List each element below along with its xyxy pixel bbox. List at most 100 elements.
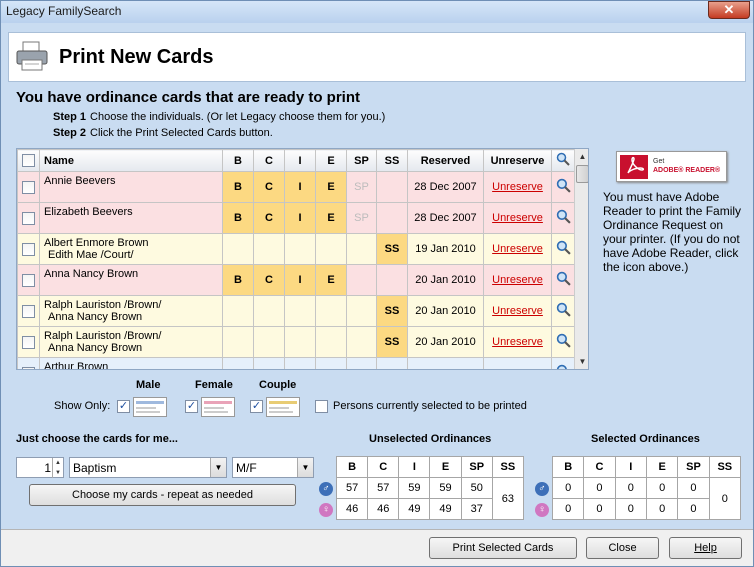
table-row[interactable]: Arthur Brown <box>17 357 575 369</box>
row-checkbox[interactable] <box>22 180 35 194</box>
confirmation-cell[interactable] <box>253 326 285 358</box>
initiatory-cell[interactable] <box>284 295 316 327</box>
sealing-parents-cell[interactable] <box>346 264 377 296</box>
close-button[interactable]: Close <box>586 537 659 559</box>
confirmation-cell[interactable]: C <box>253 171 285 203</box>
endowment-cell[interactable]: E <box>315 264 347 296</box>
table-row[interactable]: Ralph Lauriston /Brown/Anna Nancy Brown S… <box>17 326 575 358</box>
baptism-cell[interactable] <box>222 326 254 358</box>
col-name[interactable]: Name <box>39 149 223 172</box>
filter-male-checkbox[interactable]: ✓ <box>117 400 130 413</box>
unreserve-link[interactable]: Unreserve <box>492 212 543 224</box>
chevron-down-icon[interactable]: ▼ <box>210 458 226 477</box>
unreserve-link[interactable]: Unreserve <box>492 305 543 317</box>
row-select-cell[interactable] <box>17 264 40 296</box>
name-cell[interactable]: Annie Beevers <box>39 171 223 203</box>
initiatory-cell[interactable]: I <box>284 171 316 203</box>
row-select-cell[interactable] <box>17 295 40 327</box>
row-select-cell[interactable] <box>17 202 40 234</box>
baptism-cell[interactable]: B <box>222 264 254 296</box>
table-row[interactable]: Albert Enmore Brown Edith Mae /Court/SS 19… <box>17 233 575 265</box>
confirmation-cell[interactable]: C <box>253 264 285 296</box>
sealing-parents-cell[interactable]: SP <box>346 202 377 234</box>
initiatory-cell[interactable]: I <box>284 202 316 234</box>
row-checkbox[interactable] <box>22 211 35 225</box>
row-checkbox[interactable] <box>22 273 35 287</box>
select-all-header[interactable] <box>17 149 40 172</box>
endowment-cell[interactable] <box>315 233 347 265</box>
details-cell[interactable] <box>551 295 575 327</box>
filter-female-checkbox[interactable]: ✓ <box>185 400 198 413</box>
spin-up-icon[interactable]: ▲ <box>52 458 63 468</box>
name-cell[interactable]: Elizabeth Beevers <box>39 202 223 234</box>
name-cell[interactable]: Anna Nancy Brown <box>39 264 223 296</box>
row-checkbox[interactable] <box>22 335 35 349</box>
col-reserved[interactable]: Reserved <box>407 149 484 172</box>
initiatory-cell[interactable]: I <box>284 264 316 296</box>
unreserve-link[interactable]: Unreserve <box>492 274 543 286</box>
name-cell[interactable]: Arthur Brown <box>39 357 223 369</box>
endowment-cell[interactable] <box>315 326 347 358</box>
table-row[interactable]: Ralph Lauriston /Brown/Anna Nancy Brown S… <box>17 295 575 327</box>
table-row[interactable]: Annie Beevers B C I E SP 28 Dec 2007 Unreserve <box>17 171 575 203</box>
select-all-checkbox[interactable] <box>22 154 35 167</box>
filter-couple-checkbox[interactable]: ✓ <box>250 400 263 413</box>
endowment-cell[interactable]: E <box>315 202 347 234</box>
sealing-spouse-cell[interactable] <box>376 264 408 296</box>
scroll-up-icon[interactable]: ▲ <box>575 149 588 164</box>
confirmation-cell[interactable] <box>253 233 285 265</box>
col-e[interactable]: E <box>315 149 347 172</box>
endowment-cell[interactable] <box>315 357 347 369</box>
baptism-cell[interactable]: B <box>222 171 254 203</box>
baptism-cell[interactable]: B <box>222 202 254 234</box>
sealing-parents-cell[interactable]: SP <box>346 171 377 203</box>
table-row[interactable]: Elizabeth Beevers B C I E SP 28 Dec 2007 Unrese… <box>17 202 575 234</box>
unreserve-cell[interactable]: Unreserve <box>483 264 552 296</box>
sealing-spouse-cell[interactable]: SS <box>376 295 408 327</box>
sealing-spouse-cell[interactable] <box>376 202 408 234</box>
row-checkbox[interactable] <box>22 366 35 369</box>
print-selected-cards-button[interactable]: Print Selected Cards <box>429 537 577 559</box>
sealing-parents-cell[interactable] <box>346 326 377 358</box>
endowment-cell[interactable]: E <box>315 171 347 203</box>
col-ss[interactable]: SS <box>376 149 408 172</box>
magnifier-icon[interactable] <box>556 209 571 227</box>
unreserve-link[interactable]: Unreserve <box>492 243 543 255</box>
row-checkbox[interactable] <box>22 304 35 318</box>
magnifier-icon[interactable] <box>556 240 571 258</box>
sealing-spouse-cell[interactable]: SS <box>376 326 408 358</box>
details-cell[interactable] <box>551 171 575 203</box>
unreserve-cell[interactable]: Unreserve <box>483 233 552 265</box>
get-adobe-reader-button[interactable]: Get ADOBE® READER® <box>616 151 727 182</box>
choose-my-cards-button[interactable]: Choose my cards - repeat as needed <box>29 484 296 506</box>
row-select-cell[interactable] <box>17 233 40 265</box>
name-cell[interactable]: Albert Enmore Brown Edith Mae /Court/ <box>39 233 223 265</box>
confirmation-cell[interactable]: C <box>253 202 285 234</box>
baptism-cell[interactable] <box>222 295 254 327</box>
window-close-button[interactable]: ✕ <box>708 1 750 19</box>
sealing-parents-cell[interactable] <box>346 295 377 327</box>
sealing-spouse-cell[interactable]: SS <box>376 233 408 265</box>
initiatory-cell[interactable] <box>284 326 316 358</box>
details-cell[interactable] <box>551 202 575 234</box>
magnifier-icon[interactable] <box>556 302 571 320</box>
sealing-parents-cell[interactable] <box>346 233 377 265</box>
details-cell[interactable] <box>551 264 575 296</box>
gender-select[interactable]: M/F ▼ <box>232 457 314 478</box>
unreserve-cell[interactable] <box>483 357 552 369</box>
grid-scrollbar[interactable]: ▲ ▼ <box>574 149 588 369</box>
unreserve-cell[interactable]: Unreserve <box>483 295 552 327</box>
row-select-cell[interactable] <box>17 326 40 358</box>
row-select-cell[interactable] <box>17 171 40 203</box>
col-unreserve[interactable]: Unreserve <box>483 149 552 172</box>
magnifier-icon[interactable] <box>556 178 571 196</box>
ordinance-select[interactable]: Baptism ▼ <box>69 457 227 478</box>
unreserve-cell[interactable]: Unreserve <box>483 202 552 234</box>
col-b[interactable]: B <box>222 149 254 172</box>
name-cell[interactable]: Ralph Lauriston /Brown/Anna Nancy Brown <box>39 295 223 327</box>
persons-selected-checkbox[interactable] <box>315 400 328 413</box>
scroll-down-icon[interactable]: ▼ <box>575 354 588 369</box>
sealing-parents-cell[interactable] <box>346 357 377 369</box>
scroll-thumb[interactable] <box>576 165 588 183</box>
count-spinner[interactable]: 1 ▲ ▼ <box>16 457 64 478</box>
